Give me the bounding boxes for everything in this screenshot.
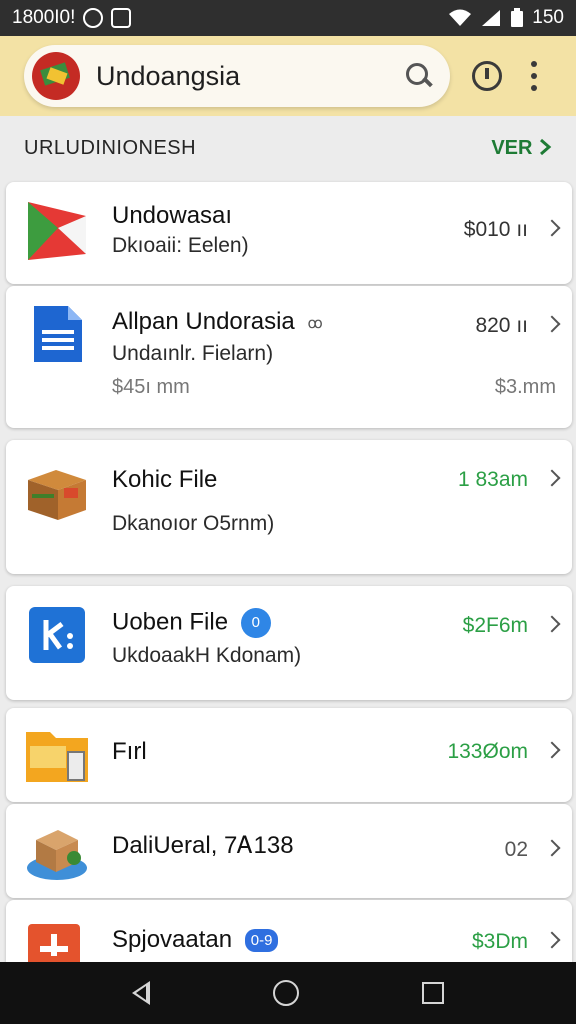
list-item[interactable]: Fırl 133Øom: [6, 708, 572, 802]
item-title-text: Spjovaatan: [112, 926, 233, 953]
status-right: 150: [448, 7, 564, 29]
status-left: 1800I0!: [12, 7, 132, 29]
battery-icon: [511, 8, 524, 27]
item-title-text: Uoben File: [112, 608, 229, 636]
item-sub-value: $45ı mm: [112, 376, 190, 398]
chevron-right-icon: [546, 470, 556, 486]
chevron-right-icon: [546, 220, 556, 236]
item-subtitle: UkdoaakH Kdonam): [112, 644, 302, 667]
red-green-cube-icon: [28, 202, 86, 260]
image-icon: [111, 8, 132, 28]
wifi-icon: [449, 9, 472, 26]
item-title: Undowasaı: [112, 202, 233, 229]
search-icon[interactable]: [404, 61, 434, 91]
item-title: Uoben File 0: [112, 608, 271, 638]
more-vert-icon[interactable]: [530, 61, 538, 91]
item-title: Spjovaatan 0-9: [112, 926, 279, 954]
list-item[interactable]: Undowasaı Dkıoaii: Eelen) $010 ıı: [6, 182, 572, 284]
item-value: $2F6m: [462, 614, 528, 637]
list-item[interactable]: Spjovaatan 0-9 $3Dm: [6, 900, 572, 962]
package-icon: [27, 830, 87, 880]
navigation-bar: [0, 962, 576, 1024]
folder-icon: [26, 732, 88, 782]
chevron-right-icon: [546, 932, 556, 948]
list-item[interactable]: DaliUeral, 7Ꭺ138 02: [6, 804, 572, 898]
status-bar: 1800I0! 150: [0, 0, 576, 36]
chevron-right-icon: [546, 316, 556, 332]
item-title-badge: 0: [240, 608, 271, 638]
item-subtitle: Dkıoaii: Eelen): [112, 234, 249, 257]
search-bar[interactable]: Undoangsia: [24, 45, 450, 107]
item-title-text: Allpan Undorasia: [112, 308, 295, 335]
back-icon[interactable]: [131, 981, 150, 1005]
item-title-badge: 0-9: [244, 929, 279, 953]
item-title: Kohic File: [112, 466, 218, 493]
chevron-right-icon: [540, 138, 552, 155]
section-title: URLUDINIONESH: [24, 136, 197, 159]
item-subtitle: Dkanoıor O5rnm): [112, 512, 275, 535]
item-value: 02: [504, 838, 528, 861]
see-all-link[interactable]: VER: [491, 137, 552, 160]
list-item[interactable]: Allpan Undorasia ꝏ Undaınlr. Fielarn) $4…: [6, 286, 572, 428]
item-value: $010 ıı: [463, 218, 528, 241]
clock-icon[interactable]: [472, 61, 502, 91]
item-value: 1 83am: [457, 468, 528, 491]
recent-apps-icon[interactable]: [422, 982, 445, 1004]
app-title: Undoangsia: [96, 60, 241, 91]
box-icon: [28, 470, 86, 520]
settings-icon: [83, 8, 104, 28]
chevron-right-icon: [546, 616, 556, 632]
item-value: $3Dm: [471, 930, 528, 953]
logo-icon: [32, 52, 80, 100]
document-icon: [34, 306, 82, 362]
chevron-right-icon: [546, 742, 556, 758]
item-value: 820 ıı: [475, 314, 528, 337]
home-icon[interactable]: [272, 980, 299, 1006]
puzzle-icon: [29, 607, 85, 663]
signal-icon: [482, 10, 501, 26]
item-value-secondary: $3.mm: [494, 376, 556, 398]
status-time: 1800I0!: [12, 7, 76, 28]
item-title: DaliUeral, 7Ꭺ138: [112, 832, 294, 859]
item-value: 133Øom: [447, 740, 528, 763]
list-item[interactable]: Kohic File Dkanoıor O5rnm) 1 83am: [6, 440, 572, 574]
plus-icon: [28, 924, 80, 962]
item-title: Allpan Undorasia ꝏ: [112, 308, 323, 336]
item-subtitle: Undaınlr. Fielarn): [112, 342, 274, 365]
chevron-right-icon: [546, 840, 556, 856]
item-title-badge: ꝏ: [307, 314, 323, 332]
section-header: URLUDINIONESH VER: [0, 116, 576, 180]
list-item[interactable]: Uoben File 0 UkdoaakH Kdonam) $2F6m: [6, 586, 572, 700]
app-bar: Undoangsia: [0, 36, 576, 116]
battery-level: 150: [532, 7, 564, 28]
see-all-label: VER: [491, 136, 533, 159]
item-title: Fırl: [112, 738, 147, 765]
